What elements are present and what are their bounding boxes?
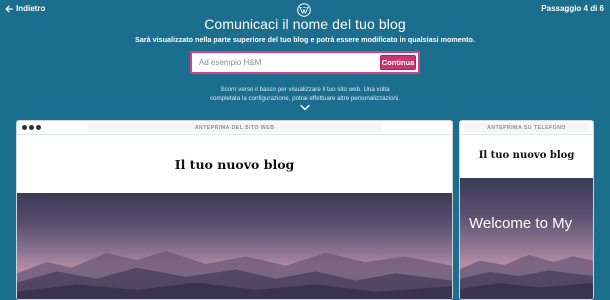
wordpress-logo-icon xyxy=(297,3,311,17)
arrow-left-icon xyxy=(5,5,13,12)
desktop-preview-label: ANTEPRIMA DEL SITO WEB xyxy=(87,123,382,132)
window-dot-icon xyxy=(29,125,34,130)
phone-preview-label: ANTEPRIMA SU TELEFONO xyxy=(464,123,589,132)
phone-site-title: Il tuo nuovo blog xyxy=(478,150,575,161)
continue-button[interactable]: Continua xyxy=(380,55,416,70)
back-label: Indietro xyxy=(16,4,46,13)
scroll-hint-line-2: completata la configurazione, potrai eff… xyxy=(209,95,401,102)
desktop-site-title: Il tuo nuovo blog xyxy=(174,157,295,172)
scroll-hint-line-1: Scorri verso il basso per visualizzare i… xyxy=(220,86,390,93)
phone-hero-heading: Welcome to My xyxy=(469,215,573,232)
page-subtitle: Sarà visualizzato nella parte superiore … xyxy=(135,35,475,44)
step-indicator: Passaggio 4 di 6 xyxy=(541,4,604,13)
scroll-hint: Scorri verso il basso per visualizzare i… xyxy=(180,85,430,103)
blog-name-form: Continua xyxy=(190,51,420,74)
phone-preview-bar: ANTEPRIMA SU TELEFONO xyxy=(460,121,593,135)
page-title: Comunicaci il nome del tuo blog xyxy=(204,16,406,32)
chevron-down-icon[interactable] xyxy=(300,104,310,111)
window-dot-icon xyxy=(36,125,41,130)
mountains-image xyxy=(17,250,452,299)
desktop-preview: ANTEPRIMA DEL SITO WEB Il tuo nuovo blog xyxy=(16,120,453,300)
window-dot-icon xyxy=(22,125,27,130)
desktop-hero-image xyxy=(17,193,452,299)
desktop-preview-bar: ANTEPRIMA DEL SITO WEB xyxy=(17,121,452,135)
blog-name-input[interactable] xyxy=(195,55,383,70)
phone-preview: ANTEPRIMA SU TELEFONO Il tuo nuovo blog … xyxy=(459,120,594,300)
back-button[interactable]: Indietro xyxy=(5,4,45,13)
phone-hero-image xyxy=(460,178,593,299)
